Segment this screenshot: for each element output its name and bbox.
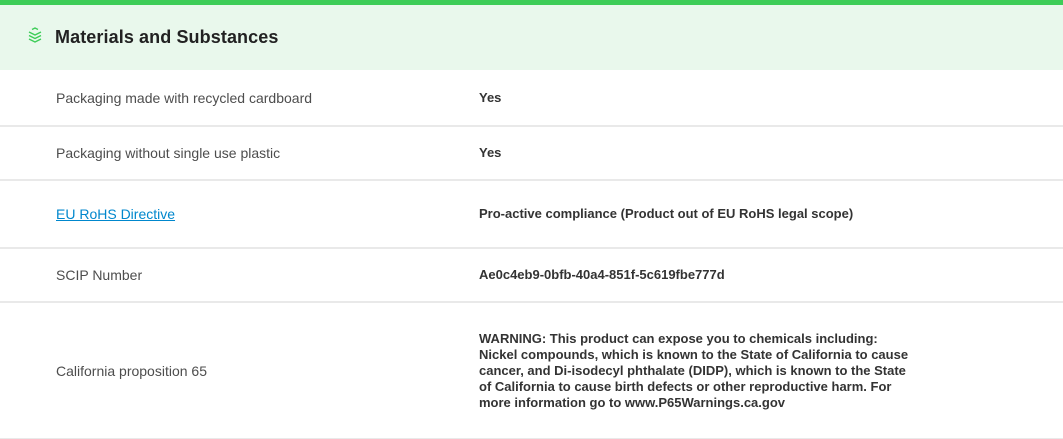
row-value: Ae0c4eb9-0bfb-40a4-851f-5c619fbe777d <box>479 267 725 282</box>
table-row: Packaging made with recycled cardboard Y… <box>0 70 1063 127</box>
table-row: California proposition 65 WARNING: This … <box>0 303 1063 439</box>
section-header[interactable]: Materials and Substances <box>0 5 1063 70</box>
row-label: SCIP Number <box>56 267 143 283</box>
section-title: Materials and Substances <box>55 27 279 47</box>
row-value: Yes <box>479 145 502 160</box>
materials-substances-panel: Materials and Substances Packaging made … <box>0 0 1063 439</box>
row-value: WARNING: This product can expose you to … <box>479 330 909 410</box>
eu-rohs-directive-link[interactable]: EU RoHS Directive <box>56 206 175 222</box>
table-row: SCIP Number Ae0c4eb9-0bfb-40a4-851f-5c61… <box>0 249 1063 303</box>
row-label-cell: EU RoHS Directive <box>0 206 479 222</box>
row-label: Packaging made with recycled cardboard <box>56 89 313 106</box>
table-row: Packaging without single use plastic Yes <box>0 127 1063 181</box>
row-label: Packaging without single use plastic <box>56 145 281 161</box>
table-row: EU RoHS Directive Pro-active compliance … <box>0 181 1063 249</box>
row-value: Pro-active compliance (Product out of EU… <box>479 206 854 221</box>
layers-icon <box>27 26 43 43</box>
row-value: Yes <box>479 89 502 105</box>
row-label: California proposition 65 <box>56 362 207 379</box>
